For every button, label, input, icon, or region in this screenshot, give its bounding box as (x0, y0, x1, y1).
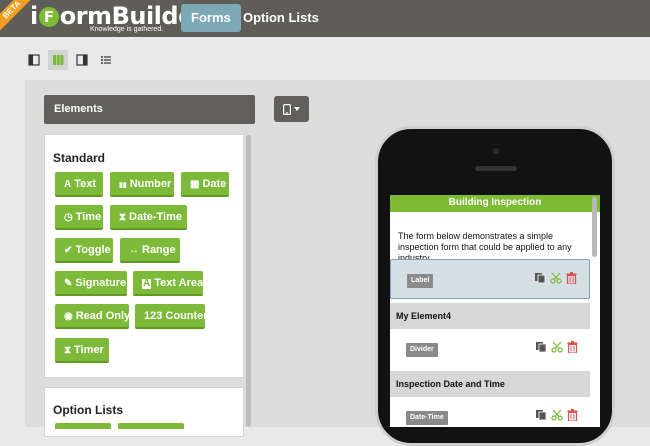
timer-element-button[interactable]: ⧗ Timer (55, 338, 109, 363)
read-only-element-label: Read Only (75, 310, 131, 322)
right-panel-layout-button[interactable] (72, 50, 92, 70)
checkmark-icon: ✔ (64, 245, 73, 256)
time-element-label: Time (75, 211, 102, 223)
left-panel-layout-button[interactable] (24, 50, 44, 70)
number-element-button[interactable]: ▮▮ Number (110, 172, 174, 197)
label-element-tag: Label (407, 274, 434, 288)
layout-toggle-bar (24, 50, 116, 70)
date-time-element-label: Date-Time (129, 211, 183, 223)
hourglass-icon: ⧗ (64, 345, 72, 356)
standard-section-title: Standard (53, 151, 106, 165)
timer-element-label: Timer (74, 344, 104, 356)
trash-icon[interactable] (566, 272, 577, 284)
beta-ribbon: BETA (0, 0, 34, 32)
text-area-element-label: Text Area (154, 277, 204, 289)
elements-panel-scrollbar[interactable] (246, 135, 251, 427)
list-layout-button[interactable] (96, 50, 116, 70)
tab-option-lists[interactable]: Option Lists (233, 4, 329, 32)
signature-element-label: Signature (75, 277, 127, 289)
three-column-layout-button[interactable] (48, 50, 68, 70)
range-element-label: Range (142, 244, 176, 256)
text-area-element-button[interactable]: A Text Area (133, 271, 203, 296)
double-arrow-icon: ↔ (129, 245, 139, 256)
text-element-label: Text (74, 178, 97, 190)
trash-icon[interactable] (567, 341, 578, 353)
toggle-element-label: Toggle (75, 244, 111, 256)
right-panel-icon (76, 54, 88, 66)
divider-element-row[interactable]: Divider (390, 329, 590, 369)
phone-camera (493, 148, 499, 154)
row-actions (535, 409, 578, 421)
copy-icon[interactable] (535, 341, 547, 353)
logo-f-mark: F (38, 7, 59, 27)
date-element-button[interactable]: ▦ Date (181, 172, 229, 197)
cut-icon[interactable] (550, 272, 562, 284)
row-actions (534, 272, 577, 284)
logo-tagline: Knowledge is gathered. (90, 26, 164, 33)
top-navigation-bar: BETA i FormBuilder Knowledge is gathered.… (0, 0, 650, 37)
divider-element-tag: Divider (406, 343, 438, 357)
tab-forms[interactable]: Forms (181, 4, 241, 32)
pen-icon: ✎ (64, 278, 73, 289)
time-element-button[interactable]: ◷ Time (55, 205, 103, 230)
date-time-element-row[interactable]: Date-Time (390, 397, 590, 427)
left-panel-icon (28, 54, 40, 66)
toggle-element-button[interactable]: ✔ Toggle (55, 238, 113, 263)
copy-icon[interactable] (535, 409, 547, 421)
form-title-bar: Building Inspection (390, 195, 600, 212)
signature-element-button[interactable]: ✎ Signature (55, 271, 127, 296)
trash-icon[interactable] (567, 409, 578, 421)
section-header-my-element4[interactable]: My Element4 (390, 303, 590, 329)
text-area-icon: A (142, 278, 152, 289)
list-icon (101, 56, 111, 64)
counter-element-button[interactable]: 123 Counter (135, 304, 208, 329)
phone-screen: Building Inspection The form below demon… (390, 195, 600, 427)
mobile-device-icon (283, 103, 291, 115)
option-list-chip-partial[interactable] (118, 423, 184, 429)
range-element-button[interactable]: ↔ Range (120, 238, 180, 263)
logo-text-prefix: i (30, 2, 38, 30)
cut-icon[interactable] (551, 409, 563, 421)
copy-icon[interactable] (534, 272, 546, 284)
preview-scrollbar[interactable] (592, 197, 597, 257)
hourglass-icon: ⧗ (119, 212, 127, 223)
chevron-down-icon (294, 107, 300, 111)
cut-icon[interactable] (551, 341, 563, 353)
option-lists-section-title: Option Lists (53, 403, 123, 417)
option-lists-card: Option Lists (44, 387, 244, 437)
counter-element-label: 123 Counter (144, 310, 208, 322)
date-element-label: Date (202, 178, 227, 190)
label-element-row[interactable]: Label (390, 259, 590, 299)
device-selector-dropdown[interactable] (274, 96, 309, 122)
text-icon: A (64, 179, 72, 190)
option-list-chip-partial[interactable] (55, 423, 111, 429)
phone-speaker (475, 166, 517, 171)
number-element-label: Number (129, 178, 172, 190)
clock-icon: ◷ (64, 212, 73, 223)
elements-panel-header: Elements (44, 95, 255, 124)
date-time-element-tag: Date-Time (406, 411, 448, 425)
row-actions (535, 341, 578, 353)
eye-icon: ◉ (64, 311, 73, 322)
calendar-icon: ▦ (190, 179, 200, 190)
read-only-element-button[interactable]: ◉ Read Only (55, 304, 131, 329)
section-header-inspection-date-time[interactable]: Inspection Date and Time (390, 371, 590, 397)
bar-chart-icon: ▮▮ (119, 182, 127, 189)
date-time-element-button[interactable]: ⧗ Date-Time (110, 205, 187, 230)
three-column-icon (53, 55, 64, 65)
text-element-button[interactable]: A Text (55, 172, 103, 197)
